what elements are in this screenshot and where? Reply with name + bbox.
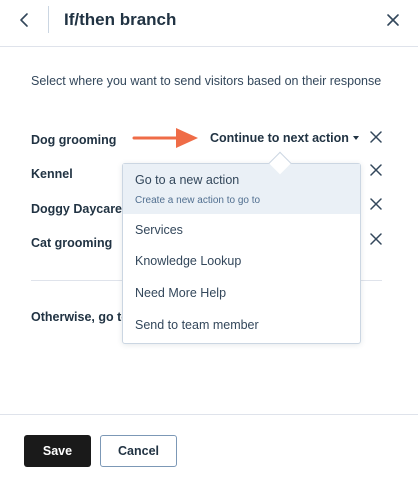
new-action-description: Create a new action to go to <box>135 195 261 206</box>
close-icon <box>370 131 382 143</box>
panel-footer: Save Cancel <box>0 414 418 480</box>
caret-down-icon <box>352 135 359 140</box>
branch-label-cat-grooming: Cat grooming <box>31 236 113 250</box>
branch-label-dog-grooming: Dog grooming <box>31 133 117 147</box>
dropdown-option-send-to-team-member[interactable]: Send to team member <box>123 310 360 340</box>
action-dropdown-menu: Go to a new action Create a new action t… <box>122 163 361 344</box>
remove-branch-button-kennel[interactable] <box>368 162 384 178</box>
close-icon <box>387 14 399 26</box>
pointer-arrow-icon <box>132 128 198 148</box>
close-button[interactable] <box>384 11 402 29</box>
back-button[interactable] <box>14 9 36 31</box>
dropdown-option-new-action[interactable]: Go to a new action Create a new action t… <box>123 164 360 214</box>
remove-branch-button-dog-grooming[interactable] <box>368 129 384 145</box>
dropdown-option-label: Send to team member <box>135 318 259 332</box>
branch-label-kennel: Kennel <box>31 167 73 181</box>
header-divider <box>48 6 49 33</box>
close-icon <box>370 233 382 245</box>
close-icon <box>370 198 382 210</box>
chevron-left-icon <box>20 13 28 27</box>
remove-branch-button-doggy-daycare[interactable] <box>368 196 384 212</box>
save-button[interactable]: Save <box>24 435 91 467</box>
action-dropdown-trigger[interactable]: Continue to next action <box>210 131 359 145</box>
remove-branch-button-cat-grooming[interactable] <box>368 231 384 247</box>
dropdown-option-label: Services <box>135 223 183 237</box>
branch-label-doggy-daycare: Doggy Daycare <box>31 202 123 216</box>
panel-header: If/then branch <box>0 0 418 47</box>
dropdown-option-knowledge-lookup[interactable]: Knowledge Lookup <box>123 246 360 276</box>
dropdown-option-label: Need More Help <box>135 286 227 300</box>
dropdown-option-services[interactable]: Services <box>123 215 360 245</box>
action-dropdown-value: Continue to next action <box>210 131 349 145</box>
instructions-text: Select where you want to send visitors b… <box>31 74 382 88</box>
dropdown-option-label: Knowledge Lookup <box>135 254 242 268</box>
otherwise-label: Otherwise, go to <box>31 310 129 324</box>
new-action-label: Go to a new action <box>135 173 240 187</box>
page-title: If/then branch <box>64 10 177 29</box>
cancel-button[interactable]: Cancel <box>100 435 177 467</box>
close-icon <box>370 164 382 176</box>
dropdown-option-need-more-help[interactable]: Need More Help <box>123 278 360 308</box>
